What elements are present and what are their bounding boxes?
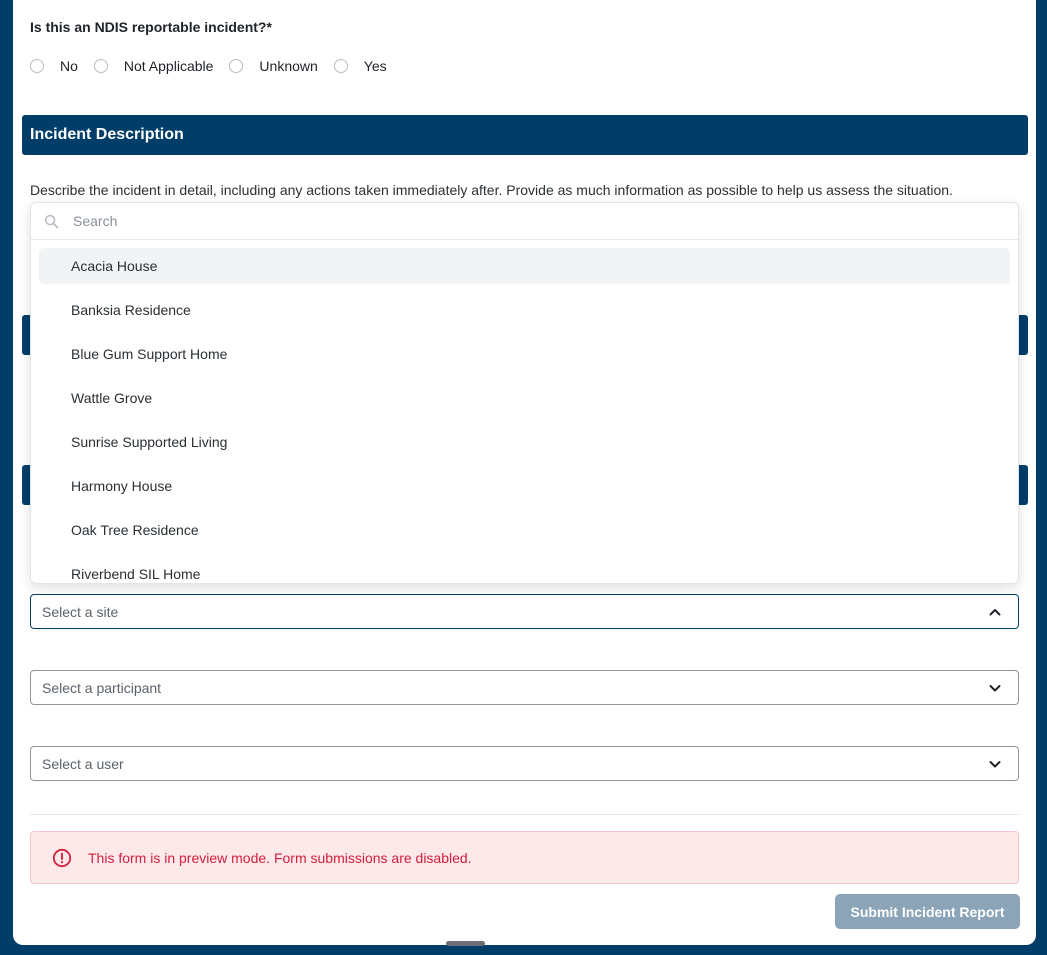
chevron-up-icon — [988, 605, 1002, 619]
incident-description-help: Describe the incident in detail, includi… — [30, 182, 953, 198]
site-option[interactable]: Harmony House — [39, 468, 1010, 504]
chevron-down-icon — [988, 681, 1002, 695]
radio-button[interactable] — [93, 59, 108, 73]
ndis-radio-group: No Not Applicable Unknown Yes — [30, 58, 403, 74]
dropdown-search-input[interactable] — [71, 212, 975, 230]
radio-option-no[interactable]: No — [30, 58, 78, 74]
radio-button[interactable] — [333, 59, 348, 73]
submit-incident-report-button[interactable]: Submit Incident Report — [835, 894, 1020, 929]
site-option[interactable]: Blue Gum Support Home — [39, 336, 1010, 372]
required-mark: * — [266, 19, 272, 35]
chevron-down-icon — [988, 757, 1002, 771]
dropdown-options-list: Acacia House Banksia Residence Blue Gum … — [31, 240, 1018, 583]
radio-option-not-applicable[interactable]: Not Applicable — [93, 58, 214, 74]
user-select[interactable]: Select a user — [30, 746, 1019, 781]
radio-label: No — [60, 58, 78, 74]
ndis-question-label: Is this an NDIS reportable incident?* — [30, 19, 272, 35]
user-select-placeholder: Select a user — [42, 755, 124, 772]
site-dropdown-menu: Acacia House Banksia Residence Blue Gum … — [30, 202, 1019, 584]
site-option[interactable]: Wattle Grove — [39, 380, 1010, 416]
site-option[interactable]: Riverbend SIL Home — [39, 556, 1010, 583]
site-select[interactable]: Select a site — [30, 594, 1019, 629]
radio-label: Not Applicable — [123, 58, 214, 74]
section-header-incident-description: Incident Description — [22, 115, 1028, 155]
dropdown-search — [31, 203, 1018, 240]
site-option[interactable]: Acacia House — [39, 248, 1010, 284]
participant-select[interactable]: Select a participant — [30, 670, 1019, 705]
site-select-placeholder: Select a site — [42, 603, 119, 620]
radio-label: Unknown — [259, 58, 318, 74]
section-title: Incident Description — [30, 126, 184, 143]
search-icon — [43, 213, 59, 229]
radio-option-yes[interactable]: Yes — [333, 58, 387, 74]
site-option[interactable]: Banksia Residence — [39, 292, 1010, 328]
radio-button[interactable] — [229, 59, 244, 73]
radio-button[interactable] — [30, 59, 44, 73]
preview-mode-alert: This form is in preview mode. Form submi… — [30, 831, 1019, 884]
participant-select-placeholder: Select a participant — [42, 679, 162, 696]
alert-circle-icon — [52, 848, 72, 868]
drag-handle[interactable] — [446, 941, 485, 946]
form-card: Is this an NDIS reportable incident?* No… — [13, 0, 1036, 945]
radio-label: Yes — [363, 58, 387, 74]
radio-option-unknown[interactable]: Unknown — [229, 58, 318, 74]
site-option[interactable]: Oak Tree Residence — [39, 512, 1010, 548]
divider — [30, 814, 1019, 815]
ndis-question-text: Is this an NDIS reportable incident? — [30, 19, 267, 35]
site-option[interactable]: Sunrise Supported Living — [39, 424, 1010, 460]
alert-message: This form is in preview mode. Form submi… — [88, 849, 472, 866]
